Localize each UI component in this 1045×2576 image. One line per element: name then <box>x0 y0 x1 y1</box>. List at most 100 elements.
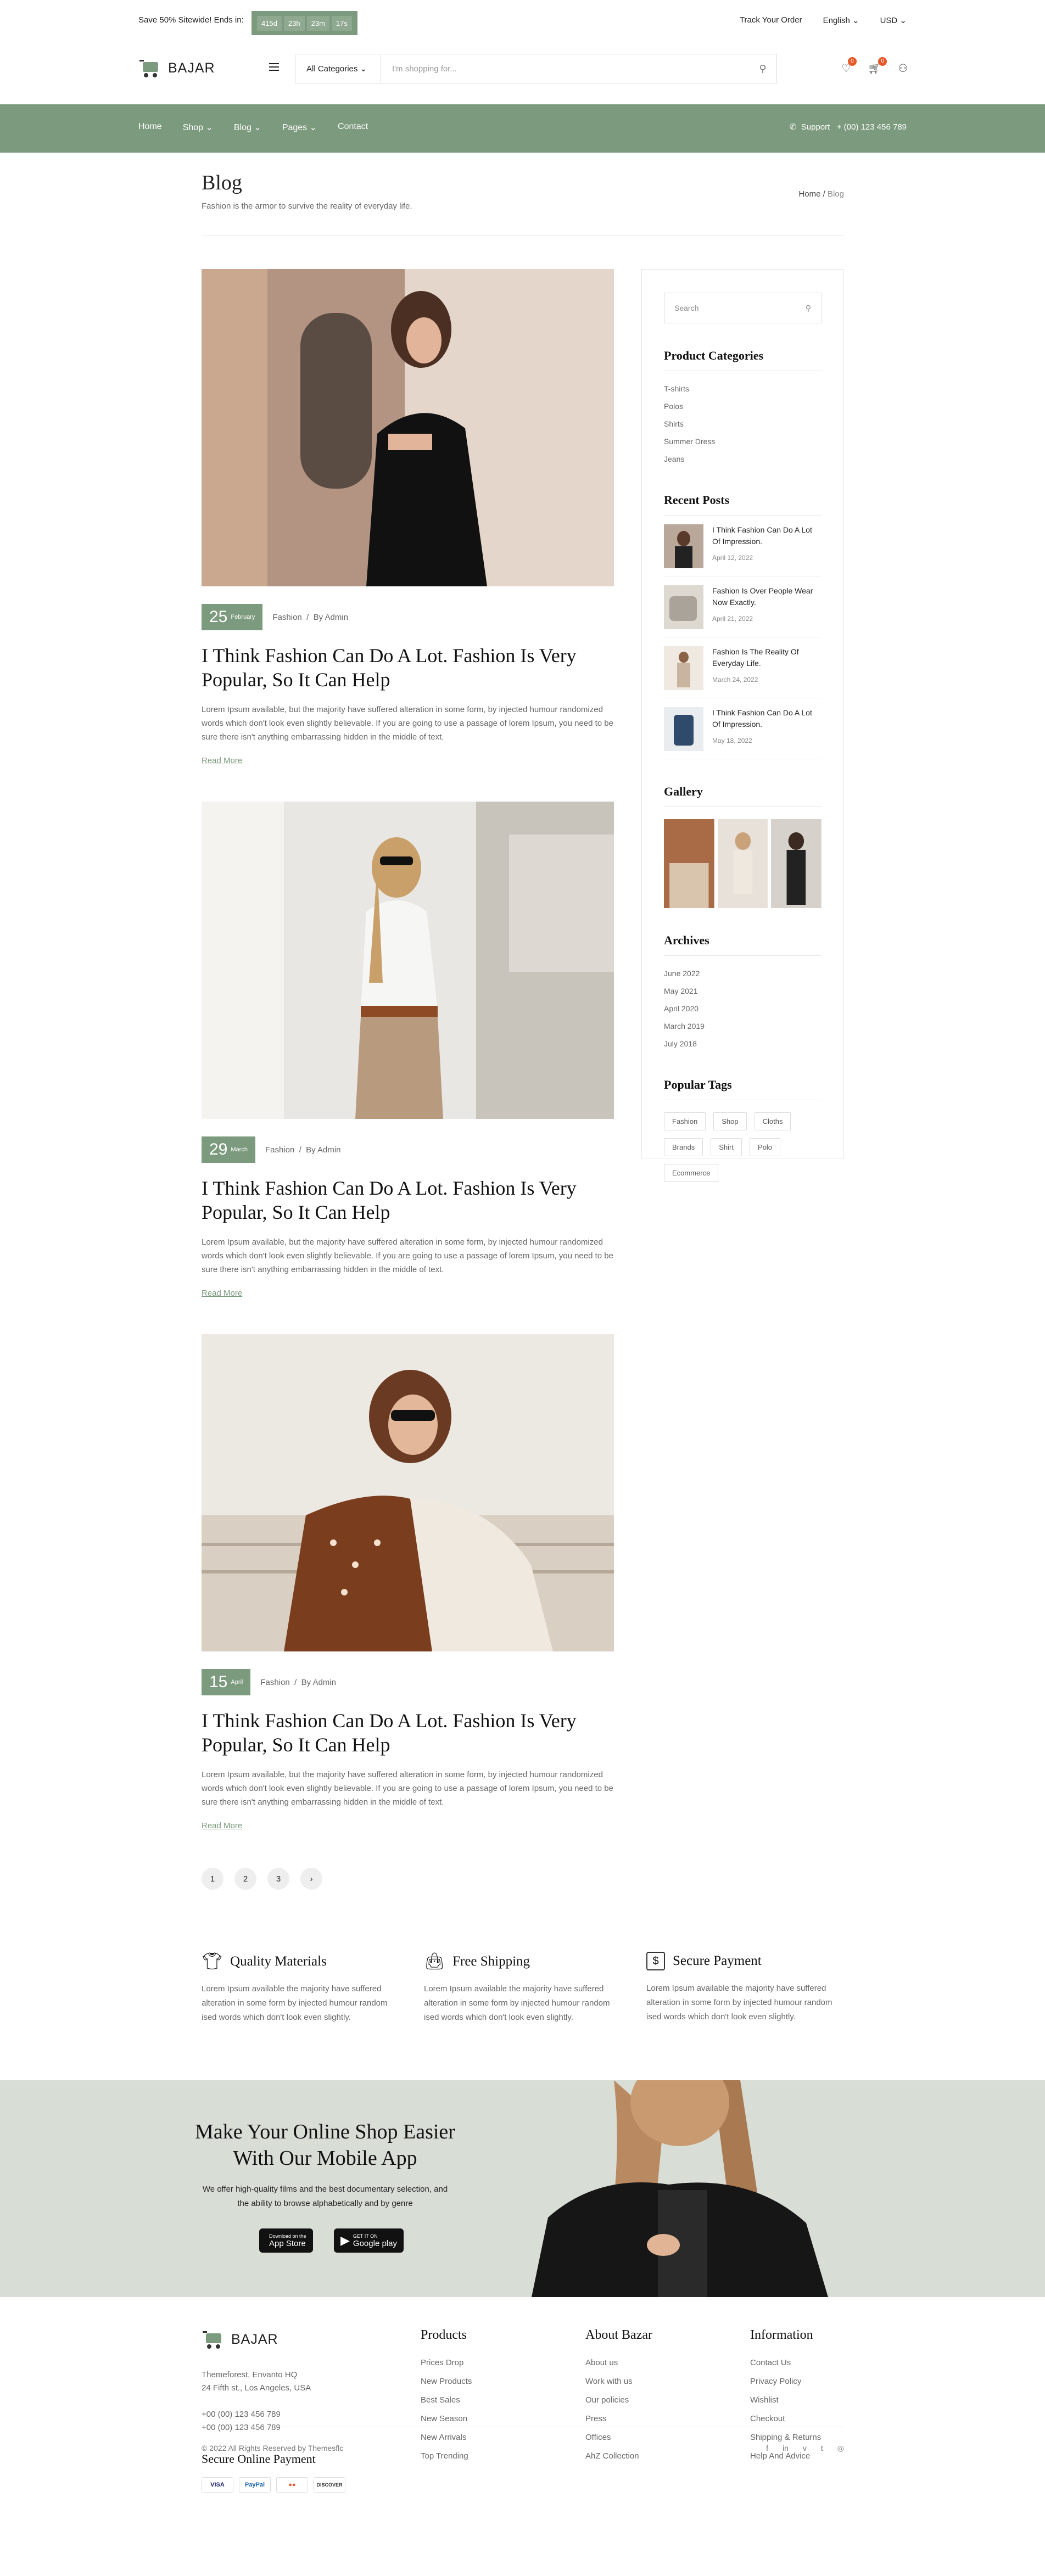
cart-icon[interactable]: 🛒︎ 0 <box>868 57 887 75</box>
post-month: February <box>231 614 255 620</box>
footer-link[interactable]: Our policies <box>585 2391 652 2410</box>
archive-item[interactable]: April 2020 <box>664 1000 822 1017</box>
site-logo[interactable]: BAJAR <box>138 58 215 79</box>
category-item[interactable]: T-shirts <box>664 380 822 397</box>
recent-post-thumbnail[interactable] <box>664 707 703 751</box>
footer-link[interactable]: Wishlist <box>750 2391 821 2410</box>
nav-pages[interactable]: Pages ⌄ <box>282 122 317 133</box>
nav-home[interactable]: Home <box>138 122 162 133</box>
post-image[interactable] <box>202 1334 614 1651</box>
google-play-button[interactable]: ▶ GET IT ON Google play <box>334 2228 404 2253</box>
vimeo-icon[interactable]: v <box>803 2444 807 2453</box>
footer-link[interactable]: New Season <box>421 2410 472 2428</box>
post-category[interactable]: Fashion <box>260 1678 289 1687</box>
instagram-icon[interactable]: ◎ <box>837 2444 844 2453</box>
footer-logo[interactable]: BAJAR <box>202 2329 278 2350</box>
archive-item[interactable]: March 2019 <box>664 1017 822 1035</box>
nav-shop[interactable]: Shop ⌄ <box>183 122 213 133</box>
recent-post-thumbnail[interactable] <box>664 585 703 629</box>
category-item[interactable]: Polos <box>664 397 822 415</box>
tag-button[interactable]: Cloths <box>754 1112 791 1130</box>
page-3-button[interactable]: 3 <box>267 1868 289 1890</box>
archive-item[interactable]: June 2022 <box>664 965 822 982</box>
footer-link[interactable]: Best Sales <box>421 2391 472 2410</box>
post-title[interactable]: I Think Fashion Can Do A Lot. Fashion Is… <box>202 643 614 692</box>
footer-link[interactable]: Checkout <box>750 2410 821 2428</box>
post-image[interactable] <box>202 269 614 586</box>
phone-icon: ✆ <box>789 122 797 132</box>
post-title[interactable]: I Think Fashion Can Do A Lot. Fashion Is… <box>202 1176 614 1224</box>
post-image[interactable] <box>202 802 614 1119</box>
recent-post-date: April 21, 2022 <box>712 615 753 623</box>
archive-item[interactable]: July 2018 <box>664 1035 822 1052</box>
post-title[interactable]: I Think Fashion Can Do A Lot. Fashion Is… <box>202 1709 614 1757</box>
recent-post[interactable]: I Think Fashion Can Do A Lot Of Impressi… <box>664 707 822 759</box>
post-meta: Fashion / By Admin <box>272 612 348 622</box>
paypal-icon: PayPal <box>239 2477 271 2493</box>
search-input[interactable]: I'm shopping for... <box>381 64 749 74</box>
tag-button[interactable]: Brands <box>664 1138 703 1156</box>
tag-button[interactable]: Shop <box>713 1112 747 1130</box>
gallery-image[interactable] <box>717 819 768 908</box>
footer-link[interactable]: Privacy Policy <box>750 2372 821 2391</box>
nav-contact[interactable]: Contact <box>338 122 368 133</box>
gallery-image[interactable] <box>664 819 714 908</box>
recent-post-title[interactable]: I Think Fashion Can Do A Lot Of Impressi… <box>712 707 822 730</box>
page-2-button[interactable]: 2 <box>234 1868 256 1890</box>
recent-post-title[interactable]: Fashion Is The Reality Of Everyday Life. <box>712 646 822 669</box>
gallery-image[interactable] <box>771 819 822 908</box>
category-item[interactable]: Shirts <box>664 415 822 433</box>
support-phone[interactable]: ✆ Support + (00) 123 456 789 <box>790 122 907 132</box>
nav-blog[interactable]: Blog ⌄ <box>234 122 261 133</box>
language-select[interactable]: English ⌄ <box>823 15 859 25</box>
currency-select[interactable]: USD ⌄ <box>880 15 907 25</box>
breadcrumb-home[interactable]: Home <box>798 189 820 199</box>
category-item[interactable]: Summer Dress <box>664 433 822 450</box>
footer-link[interactable]: About us <box>585 2354 652 2372</box>
tag-button[interactable]: Polo <box>749 1138 780 1156</box>
post-author[interactable]: By Admin <box>301 1678 336 1687</box>
tag-button[interactable]: Shirt <box>711 1138 742 1156</box>
post-author[interactable]: By Admin <box>314 613 348 622</box>
footer-link[interactable]: Prices Drop <box>421 2354 472 2372</box>
footer-link[interactable]: New Products <box>421 2372 472 2391</box>
facebook-icon[interactable]: f <box>766 2444 768 2453</box>
next-page-button[interactable]: › <box>300 1868 322 1890</box>
footer-link[interactable]: Work with us <box>585 2372 652 2391</box>
post-author[interactable]: By Admin <box>306 1145 340 1155</box>
footer-link[interactable]: Contact Us <box>750 2354 821 2372</box>
page-1-button[interactable]: 1 <box>202 1868 223 1890</box>
read-more-link[interactable]: Read More <box>202 1821 242 1830</box>
recent-post-thumbnail[interactable] <box>664 646 703 690</box>
category-item[interactable]: Jeans <box>664 450 822 468</box>
search-icon[interactable]: ⚲ <box>749 63 776 75</box>
recent-post[interactable]: Fashion Is Over People Wear Now Exactly.… <box>664 585 822 637</box>
user-icon[interactable]: ⚇ <box>898 61 908 75</box>
blog-post: 29 March Fashion / By Admin I Think Fashi… <box>202 802 614 1298</box>
app-store-button[interactable]: Download on the App Store <box>259 2228 313 2253</box>
recent-post-thumbnail[interactable] <box>664 524 703 568</box>
read-more-link[interactable]: Read More <box>202 756 242 765</box>
recent-post-title[interactable]: Fashion Is Over People Wear Now Exactly. <box>712 585 822 608</box>
wishlist-heart-icon[interactable]: ♡ 0 <box>841 57 857 75</box>
google-play-label: Google play <box>353 2238 397 2248</box>
footer-link[interactable]: Press <box>585 2410 652 2428</box>
recent-post-title[interactable]: I Think Fashion Can Do A Lot Of Impressi… <box>712 524 822 547</box>
tag-button[interactable]: Ecommerce <box>664 1164 719 1182</box>
sidebar-search-input[interactable]: Search ⚲ <box>664 293 822 323</box>
track-order-link[interactable]: Track Your Order <box>740 15 802 25</box>
product-categories-heading: Product Categories <box>664 349 822 371</box>
hamburger-menu-icon[interactable] <box>269 63 279 71</box>
recent-post[interactable]: I Think Fashion Can Do A Lot Of Impressi… <box>664 524 822 576</box>
search-icon[interactable]: ⚲ <box>806 304 811 313</box>
category-select[interactable]: All Categories ⌄ <box>295 54 381 83</box>
archive-item[interactable]: May 2021 <box>664 982 822 1000</box>
tag-button[interactable]: Fashion <box>664 1112 706 1130</box>
post-category[interactable]: Fashion <box>265 1145 294 1155</box>
read-more-link[interactable]: Read More <box>202 1289 242 1298</box>
phone-number[interactable]: +00 (00) 123 456 789 <box>202 2408 345 2421</box>
recent-post[interactable]: Fashion Is The Reality Of Everyday Life.… <box>664 646 822 698</box>
linkedin-icon[interactable]: in <box>783 2444 789 2453</box>
post-category[interactable]: Fashion <box>272 613 301 622</box>
twitter-icon[interactable]: t <box>821 2444 823 2453</box>
